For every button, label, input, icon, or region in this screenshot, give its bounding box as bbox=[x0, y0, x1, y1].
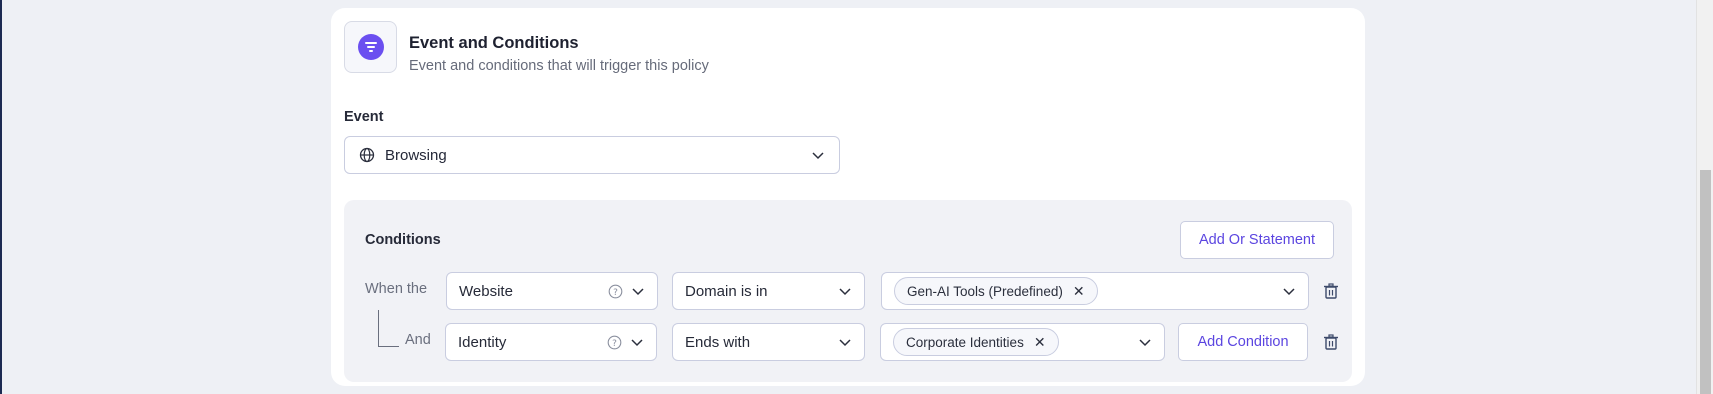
condition-field-value: Website bbox=[459, 282, 513, 300]
conditions-title: Conditions bbox=[365, 232, 441, 248]
event-conditions-card: Event and Conditions Event and condition… bbox=[331, 8, 1365, 386]
conditions-panel: Conditions Add Or Statement When the Web… bbox=[344, 200, 1352, 382]
condition-field-select[interactable]: Website ? bbox=[446, 272, 658, 310]
scrollbar-thumb[interactable] bbox=[1700, 170, 1711, 394]
condition-operator-select[interactable]: Domain is in bbox=[672, 272, 865, 310]
condition-prefix: When the bbox=[365, 281, 428, 297]
condition-field-select[interactable]: Identity ? bbox=[445, 323, 657, 361]
event-label: Event bbox=[344, 109, 384, 125]
add-condition-button[interactable]: Add Condition bbox=[1178, 323, 1308, 361]
chevron-down-icon bbox=[1139, 339, 1151, 347]
chevron-down-icon bbox=[1283, 288, 1295, 296]
card-subtitle: Event and conditions that will trigger t… bbox=[409, 58, 709, 74]
chevron-down-icon bbox=[631, 339, 643, 347]
trash-icon[interactable] bbox=[1322, 333, 1340, 351]
chip-remove-icon[interactable]: ✕ bbox=[1073, 283, 1085, 300]
chip-remove-icon[interactable]: ✕ bbox=[1034, 334, 1046, 351]
event-select-value: Browsing bbox=[385, 146, 447, 164]
help-icon[interactable]: ? bbox=[607, 335, 622, 350]
help-icon[interactable]: ? bbox=[608, 284, 623, 299]
chevron-down-icon bbox=[839, 339, 851, 347]
condition-prefix: And bbox=[405, 332, 431, 348]
filter-icon bbox=[344, 21, 397, 73]
row-connector bbox=[378, 310, 379, 347]
chevron-down-icon bbox=[839, 288, 851, 296]
condition-value-select[interactable]: Corporate Identities ✕ bbox=[880, 323, 1165, 361]
add-or-statement-button[interactable]: Add Or Statement bbox=[1180, 221, 1334, 259]
trash-icon[interactable] bbox=[1322, 282, 1340, 300]
value-chip: Gen-AI Tools (Predefined) ✕ bbox=[894, 277, 1098, 305]
event-select[interactable]: Browsing bbox=[344, 136, 840, 174]
card-title: Event and Conditions bbox=[409, 34, 579, 52]
value-chip: Corporate Identities ✕ bbox=[893, 328, 1059, 356]
globe-icon bbox=[359, 147, 375, 163]
vertical-scrollbar[interactable] bbox=[1696, 0, 1713, 394]
chevron-down-icon bbox=[812, 152, 824, 160]
chevron-down-icon bbox=[632, 288, 644, 296]
condition-field-value: Identity bbox=[458, 333, 507, 351]
svg-text:?: ? bbox=[613, 288, 618, 298]
condition-value-select[interactable]: Gen-AI Tools (Predefined) ✕ bbox=[881, 272, 1309, 310]
condition-operator-value: Ends with bbox=[685, 333, 751, 351]
window-left-edge bbox=[0, 0, 2, 394]
row-connector bbox=[378, 346, 399, 347]
condition-operator-value: Domain is in bbox=[685, 282, 768, 300]
condition-operator-select[interactable]: Ends with bbox=[672, 323, 865, 361]
svg-text:?: ? bbox=[612, 339, 617, 349]
